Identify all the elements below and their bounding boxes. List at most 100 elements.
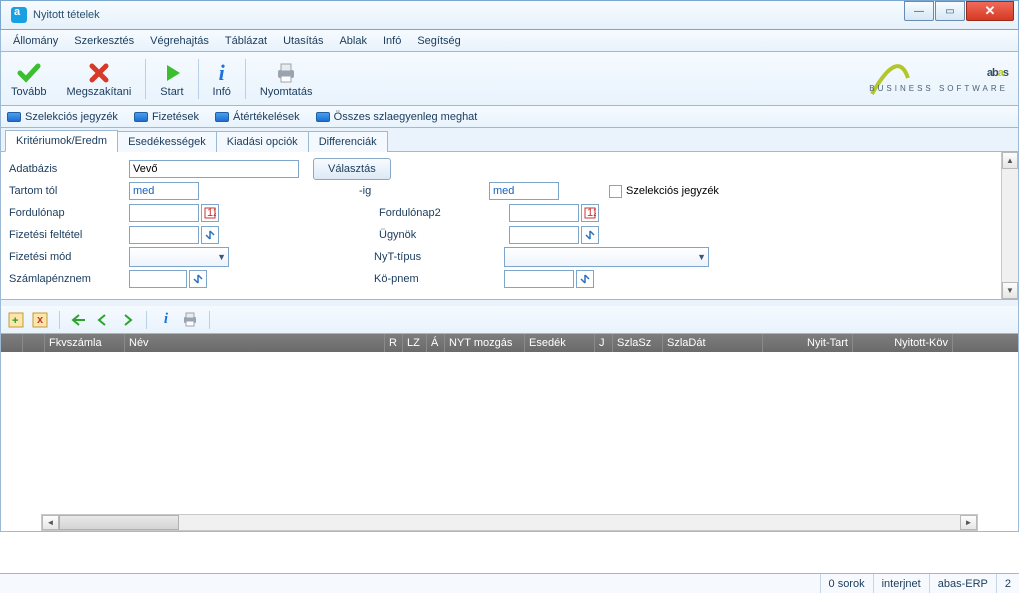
close-button[interactable]: ✕ bbox=[966, 1, 1014, 21]
svg-text:12: 12 bbox=[587, 207, 596, 219]
delete-row-icon[interactable]: x bbox=[31, 311, 49, 329]
szamla-label: Számlapénznem bbox=[9, 273, 129, 285]
scroll-right-icon[interactable]: ► bbox=[960, 515, 977, 530]
subopt-atertekelesek[interactable]: Átértékelések bbox=[215, 111, 300, 123]
info-button[interactable]: i Infó bbox=[203, 52, 241, 105]
nav-first-icon[interactable] bbox=[70, 311, 88, 329]
status-app: abas-ERP bbox=[929, 574, 996, 593]
nav-next-icon[interactable] bbox=[118, 311, 136, 329]
tab-differenciak[interactable]: Differenciák bbox=[308, 131, 388, 152]
play-icon bbox=[161, 60, 183, 86]
tab-kriteriumok[interactable]: Kritériumok/Eredm bbox=[5, 130, 118, 152]
date-picker-icon[interactable]: 12 bbox=[201, 204, 219, 222]
szelekcios-cb-label: Szelekciós jegyzék bbox=[626, 185, 719, 197]
column-header[interactable]: SzlaSz bbox=[613, 334, 663, 352]
column-header[interactable]: Nyitott-Köv bbox=[853, 334, 953, 352]
main-toolbar: Tovább Megszakítani Start i Infó Nyomtat… bbox=[0, 52, 1019, 106]
result-table: FkvszámlaNévRLZÁNYT mozgásEsedékJSzlaSzS… bbox=[0, 334, 1019, 532]
form-scrollbar[interactable]: ▲ ▼ bbox=[1001, 152, 1018, 299]
tovabb-label: Tovább bbox=[11, 86, 46, 98]
sub-toolbar: Szelekciós jegyzék Fizetések Átértékelés… bbox=[0, 106, 1019, 128]
column-header[interactable]: Név bbox=[125, 334, 385, 352]
toolbar-separator-2 bbox=[198, 59, 199, 99]
scroll-down-icon[interactable]: ▼ bbox=[1002, 282, 1018, 299]
subopt-osszes[interactable]: Összes szlaegyenleg meghat bbox=[316, 111, 478, 123]
menu-utasitas[interactable]: Utasítás bbox=[275, 32, 331, 50]
column-header[interactable]: SzlaDát bbox=[663, 334, 763, 352]
ig-input[interactable] bbox=[489, 182, 559, 200]
fordulonap2-label: Fordulónap2 bbox=[379, 207, 509, 219]
nyomtatas-label: Nyomtatás bbox=[260, 86, 313, 98]
fordulonap-input[interactable] bbox=[129, 204, 199, 222]
menu-segitseg[interactable]: Segítség bbox=[409, 32, 468, 50]
fordulonap2-input[interactable] bbox=[509, 204, 579, 222]
table-header: FkvszámlaNévRLZÁNYT mozgásEsedékJSzlaSzS… bbox=[1, 334, 1018, 352]
adatbazis-input[interactable] bbox=[129, 160, 299, 178]
column-header[interactable] bbox=[23, 334, 45, 352]
nav-prev-icon[interactable] bbox=[94, 311, 112, 329]
column-header[interactable]: Esedék bbox=[525, 334, 595, 352]
minimize-button[interactable]: — bbox=[904, 1, 934, 21]
tartom-label: Tartom tól bbox=[9, 185, 129, 197]
title-bar: Nyitott tételek — ▭ ✕ bbox=[0, 0, 1019, 30]
tartom-input[interactable] bbox=[129, 182, 199, 200]
svg-text:+: + bbox=[12, 315, 18, 327]
scroll-thumb[interactable] bbox=[59, 515, 179, 530]
status-bar: 0 sorok interjnet abas-ERP 2 bbox=[0, 573, 1019, 593]
column-header[interactable]: Nyit-Tart bbox=[763, 334, 853, 352]
start-button[interactable]: Start bbox=[150, 52, 193, 105]
table-toolbar: + x i bbox=[0, 306, 1019, 334]
fizfelt-label: Fizetési feltétel bbox=[9, 229, 129, 241]
add-row-icon[interactable]: + bbox=[7, 311, 25, 329]
mini-info-icon[interactable]: i bbox=[157, 311, 175, 329]
lookup-icon[interactable] bbox=[201, 226, 219, 244]
scroll-left-icon[interactable]: ◄ bbox=[42, 515, 59, 530]
nyt-label: NyT-típus bbox=[374, 251, 504, 263]
window-title: Nyitott tételek bbox=[33, 9, 903, 21]
subopt-szelekcios[interactable]: Szelekciós jegyzék bbox=[7, 111, 118, 123]
menu-szerkesztes[interactable]: Szerkesztés bbox=[66, 32, 142, 50]
valasztas-button[interactable]: Választás bbox=[313, 158, 391, 180]
menu-ablak[interactable]: Ablak bbox=[331, 32, 375, 50]
menu-allomany[interactable]: Állomány bbox=[5, 32, 66, 50]
tab-kiadasi[interactable]: Kiadási opciók bbox=[216, 131, 309, 152]
lookup-icon[interactable] bbox=[581, 226, 599, 244]
date-picker-icon[interactable]: 12 bbox=[581, 204, 599, 222]
subopt-fizetesek[interactable]: Fizetések bbox=[134, 111, 199, 123]
menu-vegrehajtas[interactable]: Végrehajtás bbox=[142, 32, 217, 50]
column-header[interactable]: Á bbox=[427, 334, 445, 352]
lookup-icon[interactable] bbox=[189, 270, 207, 288]
szamla-input[interactable] bbox=[129, 270, 187, 288]
column-header[interactable] bbox=[1, 334, 23, 352]
cancel-icon bbox=[87, 60, 111, 86]
kopnem-label: Kö-pnem bbox=[374, 273, 504, 285]
status-net: interjnet bbox=[873, 574, 929, 593]
svg-text:12: 12 bbox=[207, 207, 216, 219]
fizmod-combo[interactable]: ▼ bbox=[129, 247, 229, 267]
scroll-up-icon[interactable]: ▲ bbox=[1002, 152, 1018, 169]
tab-esedekessegek[interactable]: Esedékességek bbox=[117, 131, 217, 152]
led-icon bbox=[215, 112, 229, 122]
brand-subtitle: BUSINESS SOFTWARE bbox=[869, 84, 1008, 93]
menu-tablazat[interactable]: Táblázat bbox=[217, 32, 275, 50]
szelekcios-checkbox[interactable] bbox=[609, 185, 622, 198]
maximize-button[interactable]: ▭ bbox=[935, 1, 965, 21]
horizontal-scrollbar[interactable]: ◄ ► bbox=[41, 514, 978, 531]
led-icon bbox=[7, 112, 21, 122]
column-header[interactable]: R bbox=[385, 334, 403, 352]
kopnem-input[interactable] bbox=[504, 270, 574, 288]
info-label: Infó bbox=[213, 86, 231, 98]
column-header[interactable]: J bbox=[595, 334, 613, 352]
ugynok-input[interactable] bbox=[509, 226, 579, 244]
fizfelt-input[interactable] bbox=[129, 226, 199, 244]
nyomtatas-button[interactable]: Nyomtatás bbox=[250, 52, 323, 105]
nyt-combo[interactable]: ▼ bbox=[504, 247, 709, 267]
megszakitani-button[interactable]: Megszakítani bbox=[56, 52, 141, 105]
column-header[interactable]: LZ bbox=[403, 334, 427, 352]
tovabb-button[interactable]: Tovább bbox=[1, 52, 56, 105]
column-header[interactable]: Fkvszámla bbox=[45, 334, 125, 352]
menu-info[interactable]: Infó bbox=[375, 32, 409, 50]
mini-print-icon[interactable] bbox=[181, 311, 199, 329]
column-header[interactable]: NYT mozgás bbox=[445, 334, 525, 352]
lookup-icon[interactable] bbox=[576, 270, 594, 288]
